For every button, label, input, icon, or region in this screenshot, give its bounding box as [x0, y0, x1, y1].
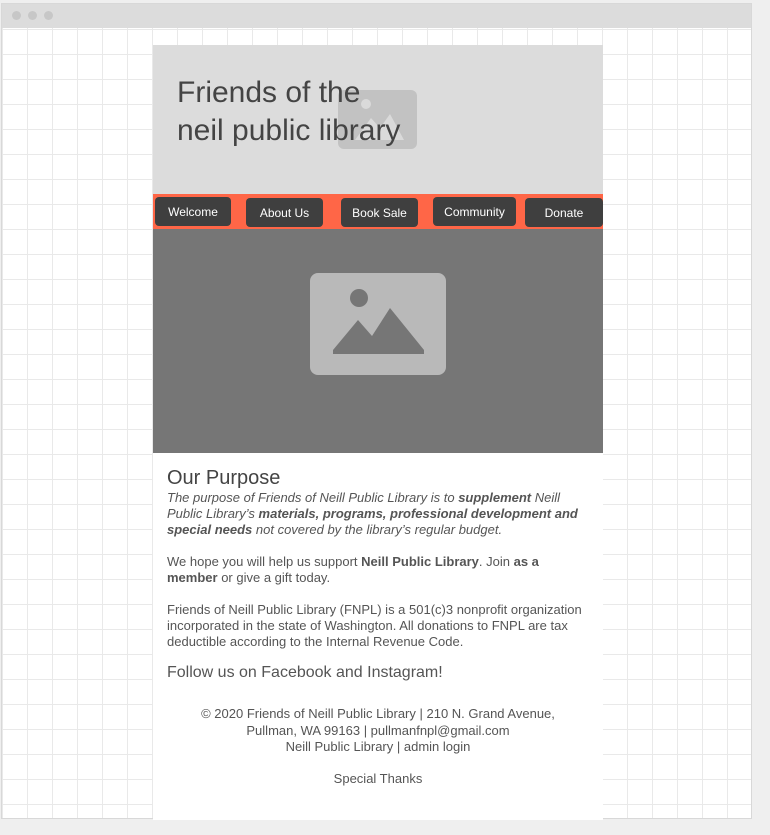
- window-close-dot[interactable]: [12, 11, 21, 20]
- site-title[interactable]: Friends of the neil public library: [177, 74, 497, 150]
- purpose-paragraph: The purpose of Friends of Neill Public L…: [167, 490, 587, 538]
- page-container: Friends of the neil public library Welco…: [153, 45, 603, 820]
- hero-image: [153, 229, 603, 453]
- nav-welcome-button[interactable]: Welcome: [155, 197, 231, 226]
- main-nav: Welcome About Us Book Sale Community Don…: [153, 194, 603, 229]
- purpose-text: The purpose of Friends of Neill Public L…: [167, 490, 459, 505]
- support-library-link[interactable]: Neill Public Library: [361, 554, 479, 569]
- footer-admin-login-link[interactable]: admin login: [404, 739, 471, 754]
- hero-image-placeholder: [310, 273, 446, 375]
- nav-about-us-button[interactable]: About Us: [246, 198, 323, 227]
- special-thanks-link[interactable]: Special Thanks: [153, 771, 603, 786]
- footer-separator: |: [393, 739, 404, 754]
- support-text: or give a gift today.: [217, 570, 331, 585]
- image-placeholder-icon: [333, 289, 424, 354]
- nav-donate-button[interactable]: Donate: [525, 198, 603, 227]
- purpose-bold-supplement: supplement: [458, 490, 532, 505]
- footer: © 2020 Friends of Neill Public Library |…: [153, 706, 603, 756]
- site-title-line2: neil public library: [177, 114, 401, 147]
- window-maximize-dot[interactable]: [44, 11, 53, 20]
- support-text: . Join: [478, 554, 514, 569]
- nav-book-sale-button[interactable]: Book Sale: [341, 198, 418, 227]
- browser-window: Friends of the neil public library Welco…: [1, 3, 752, 820]
- window-minimize-dot[interactable]: [28, 11, 37, 20]
- support-paragraph: We hope you will help us support Neill P…: [167, 554, 562, 586]
- site-title-line1: Friends of the: [177, 76, 361, 109]
- footer-line1: © 2020 Friends of Neill Public Library |…: [201, 706, 555, 721]
- window-titlebar: [2, 4, 751, 28]
- main-content: Our Purpose The purpose of Friends of Ne…: [167, 466, 587, 682]
- support-text: We hope you will help us support: [167, 554, 362, 569]
- site-header: Friends of the neil public library: [153, 45, 603, 194]
- footer-library-link[interactable]: Neill Public Library: [286, 739, 394, 754]
- follow-us-text: Follow us on Facebook and Instagram!: [167, 664, 443, 681]
- footer-line2: Pullman, WA 99163 | pullmanfnpl@gmail.co…: [246, 722, 510, 738]
- fnpl-paragraph: Friends of Neill Public Library (FNPL) i…: [167, 602, 582, 649]
- footer-links: Neill Public Library | admin login: [153, 739, 603, 756]
- purpose-heading: Our Purpose: [167, 467, 281, 489]
- nav-community-button[interactable]: Community: [433, 197, 516, 226]
- purpose-text: not covered by the library’s regular bud…: [252, 522, 503, 537]
